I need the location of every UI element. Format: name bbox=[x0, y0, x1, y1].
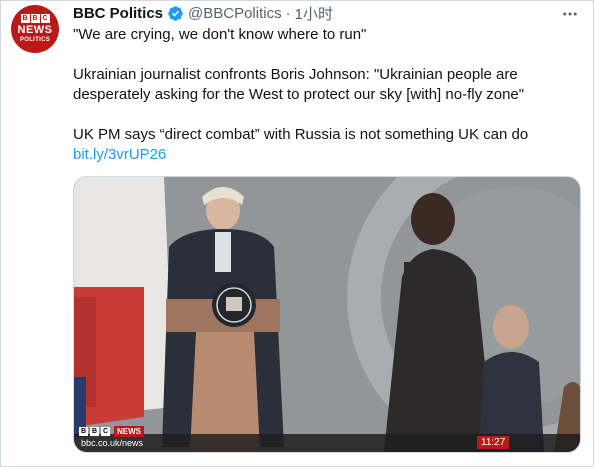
avatar-bbc-logo: B B C bbox=[20, 14, 50, 23]
avatar[interactable]: B B C NEWS POLITICS bbox=[11, 5, 59, 53]
journalist-hair bbox=[411, 193, 455, 245]
tweet-card[interactable]: B B C NEWS POLITICS BBC Politics @BBCPol… bbox=[0, 0, 594, 467]
bbc-letter: B bbox=[79, 427, 88, 436]
tweet-line-pm: UK PM says “direct combat” with Russia i… bbox=[73, 126, 529, 143]
more-options-icon[interactable] bbox=[561, 5, 579, 23]
audience-head bbox=[493, 305, 529, 349]
author-name[interactable]: BBC Politics bbox=[73, 5, 163, 22]
tweet-line-quote: "We are crying, we don't know where to r… bbox=[73, 26, 367, 43]
tweet-line-journalist: Ukrainian journalist confronts Boris Joh… bbox=[73, 66, 525, 103]
avatar-bbc-letter: B bbox=[20, 14, 30, 23]
avatar-bbc-letter: B bbox=[30, 14, 40, 23]
tweet-link[interactable]: bit.ly/3vrUP26 bbox=[73, 146, 166, 163]
verified-badge-icon bbox=[167, 5, 184, 22]
bbc-url: bbc.co.uk/news bbox=[81, 438, 144, 448]
news-label: NEWS bbox=[114, 426, 144, 437]
broadcast-clock: 11:27 bbox=[477, 436, 510, 449]
avatar-politics-label: POLITICS bbox=[19, 37, 51, 43]
avatar-bbc-letter: C bbox=[40, 14, 50, 23]
video-frame bbox=[74, 177, 580, 452]
separator-dot: · bbox=[285, 4, 291, 22]
timestamp[interactable]: 1小时 bbox=[295, 3, 333, 24]
bbc-letter: C bbox=[101, 427, 110, 436]
tweet-text: "We are crying, we don't know where to r… bbox=[73, 25, 579, 165]
bbc-news-logo: B B C NEWS bbox=[79, 426, 144, 437]
bbc-letter: B bbox=[90, 427, 99, 436]
author-handle[interactable]: @BBCPolitics bbox=[188, 5, 282, 22]
tweet-header: BBC Politics @BBCPolitics · 1小时 bbox=[73, 3, 333, 23]
tweet-video[interactable] bbox=[73, 176, 581, 453]
avatar-news-label: NEWS bbox=[17, 24, 53, 36]
